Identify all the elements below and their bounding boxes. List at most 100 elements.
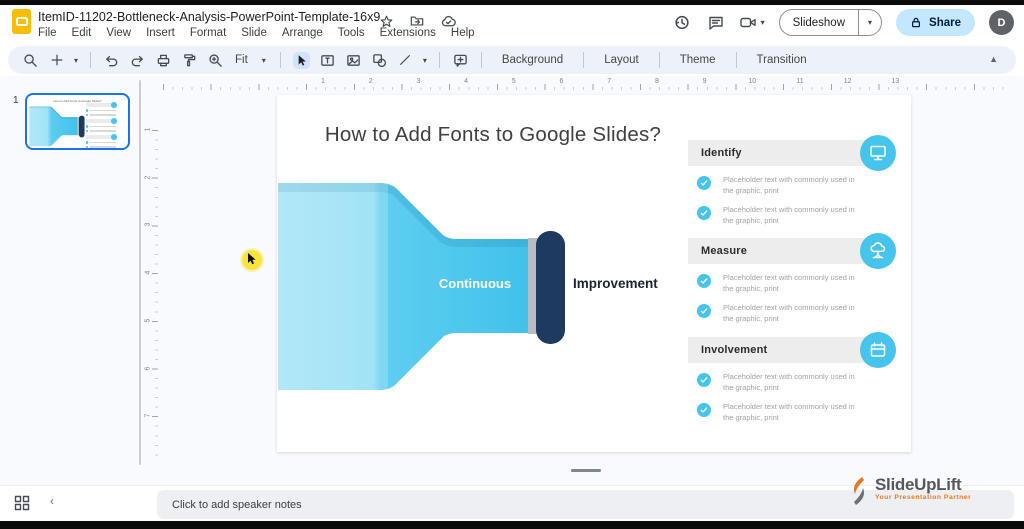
print-icon[interactable] bbox=[155, 52, 172, 69]
slideuplift-logo-icon bbox=[853, 477, 865, 505]
undo-button[interactable] bbox=[103, 52, 120, 69]
section-heading: Identify bbox=[701, 147, 742, 159]
bullet-item: Placeholder text with commonly used in th… bbox=[688, 371, 880, 393]
version-history-icon[interactable] bbox=[672, 13, 692, 33]
ruler-number: 7 bbox=[607, 78, 612, 85]
fit-label: Fit bbox=[235, 54, 248, 66]
section-header: Identify bbox=[688, 135, 896, 171]
bullet-item: Placeholder text with commonly used in th… bbox=[688, 174, 880, 196]
comments-icon[interactable] bbox=[706, 13, 726, 33]
search-menus-icon[interactable] bbox=[22, 52, 39, 69]
ruler-number: 1 bbox=[144, 127, 152, 132]
thumbnail-funnel-graphic bbox=[29, 106, 85, 147]
toolbar-divider bbox=[438, 52, 440, 68]
watermark-tagline: Your Presentation Partner bbox=[875, 494, 972, 501]
section-involvement[interactable]: Involvement Placeholder text with common… bbox=[688, 332, 896, 423]
slide-title[interactable]: How to Add Fonts to Google Slides? bbox=[293, 123, 693, 147]
redo-button[interactable] bbox=[129, 52, 146, 69]
ruler-number: 3 bbox=[144, 222, 152, 227]
section-header: Involvement bbox=[688, 332, 896, 368]
share-button[interactable]: Share bbox=[896, 9, 975, 36]
chevron-down-icon: ▾ bbox=[760, 18, 765, 27]
paint-format-icon[interactable] bbox=[181, 52, 198, 69]
check-icon bbox=[697, 373, 711, 387]
transition-button[interactable]: Transition bbox=[749, 54, 815, 66]
zoom-fit-select[interactable]: Fit ▾ bbox=[233, 54, 268, 66]
bullet-text: Placeholder text with commonly used in bbox=[723, 273, 855, 282]
bullet-text: Placeholder text with commonly used in bbox=[723, 205, 855, 214]
line-dropdown[interactable]: ▾ bbox=[423, 56, 427, 65]
bullet-text: Placeholder text with commonly used in bbox=[723, 175, 855, 184]
menu-insert[interactable]: Insert bbox=[146, 27, 175, 39]
menu-view[interactable]: View bbox=[106, 27, 131, 39]
bullet-item: Placeholder text with commonly used in th… bbox=[688, 302, 880, 324]
slideshow-button[interactable]: Slideshow bbox=[780, 17, 858, 29]
google-slides-logo[interactable] bbox=[12, 9, 31, 34]
camera-icon bbox=[739, 17, 756, 28]
background-button[interactable]: Background bbox=[494, 54, 571, 66]
letterbox-bottom bbox=[0, 521, 1024, 529]
menu-edit[interactable]: Edit bbox=[72, 27, 92, 39]
check-icon bbox=[697, 304, 711, 318]
slideshow-dropdown[interactable]: ▾ bbox=[858, 10, 881, 35]
check-icon bbox=[697, 206, 711, 220]
new-slide-button[interactable] bbox=[48, 52, 65, 69]
ruler-number: 2 bbox=[368, 78, 373, 85]
menu-file[interactable]: File bbox=[38, 27, 57, 39]
cloud-icon bbox=[860, 233, 896, 269]
meet-camera-button[interactable]: ▾ bbox=[739, 15, 765, 30]
slide-canvas[interactable]: How to Add Fonts to Google Slides? Conti… bbox=[277, 95, 911, 452]
layout-button[interactable]: Layout bbox=[596, 54, 647, 66]
theme-button[interactable]: Theme bbox=[672, 54, 724, 66]
toolbar-divider bbox=[583, 52, 585, 68]
menu-slide[interactable]: Slide bbox=[241, 27, 267, 39]
bullet-text: the graphic, print bbox=[723, 413, 779, 422]
collapse-filmstrip-icon[interactable]: ‹ bbox=[50, 494, 54, 508]
hide-menus-button[interactable]: ▲ bbox=[989, 54, 998, 64]
thumbnail-section bbox=[85, 118, 122, 132]
menu-tools[interactable]: Tools bbox=[338, 27, 365, 39]
bullet-text: the graphic, print bbox=[723, 186, 779, 195]
notes-resize-handle[interactable] bbox=[571, 469, 601, 472]
select-tool[interactable] bbox=[292, 51, 310, 69]
zoom-icon[interactable] bbox=[207, 52, 224, 69]
check-icon bbox=[697, 403, 711, 417]
menu-format[interactable]: Format bbox=[190, 27, 226, 39]
bottleneck-funnel-shape[interactable] bbox=[277, 181, 567, 394]
account-avatar[interactable]: D bbox=[989, 10, 1014, 35]
insert-shape-tool[interactable] bbox=[371, 52, 388, 69]
funnel-inner-label[interactable]: Continuous bbox=[427, 276, 523, 291]
insert-line-tool[interactable] bbox=[397, 52, 414, 69]
cursor-arrow-icon bbox=[248, 253, 256, 265]
menu-help[interactable]: Help bbox=[451, 27, 475, 39]
document-title[interactable]: ItemID-11202-Bottleneck-Analysis-PowerPo… bbox=[38, 10, 380, 24]
calendar-icon bbox=[860, 332, 896, 368]
horizontal-ruler: 1 2 3 4 5 6 7 8 9 10 11 12 13 bbox=[160, 78, 1012, 90]
bullet-text: the graphic, print bbox=[723, 216, 779, 225]
ruler-number: 1 bbox=[321, 78, 325, 85]
bullet-text: the graphic, print bbox=[723, 383, 779, 392]
slideshow-split-button: Slideshow ▾ bbox=[778, 9, 883, 36]
bullet-text: Placeholder text with commonly used in bbox=[723, 372, 855, 381]
menu-extensions[interactable]: Extensions bbox=[380, 27, 436, 39]
funnel-outer-label[interactable]: Improvement bbox=[573, 276, 683, 291]
section-identify[interactable]: Identify Placeholder text with commonly … bbox=[688, 135, 896, 226]
monitor-icon bbox=[860, 135, 896, 171]
new-slide-dropdown[interactable]: ▾ bbox=[74, 56, 78, 65]
bullet-text: Placeholder text with commonly used in bbox=[723, 303, 855, 312]
menu-bar: File Edit View Insert Format Slide Arran… bbox=[38, 27, 475, 39]
bullet-text: the graphic, print bbox=[723, 284, 779, 293]
toolbar-divider bbox=[90, 52, 92, 68]
ruler-number: 10 bbox=[748, 78, 757, 85]
toolbar-divider bbox=[658, 52, 660, 68]
filmstrip-scrollbar[interactable] bbox=[139, 80, 141, 465]
ruler-number: 8 bbox=[654, 78, 659, 85]
grid-view-icon[interactable] bbox=[14, 495, 30, 516]
insert-comment-tool[interactable] bbox=[452, 52, 469, 69]
section-measure[interactable]: Measure Placeholder text with commonly u… bbox=[688, 233, 896, 324]
menu-arrange[interactable]: Arrange bbox=[282, 27, 323, 39]
thumbnail-section bbox=[85, 134, 122, 148]
text-box-tool[interactable] bbox=[319, 52, 336, 69]
slide-thumbnail[interactable]: How to Add Fonts to Google Slides? bbox=[25, 93, 130, 150]
insert-image-tool[interactable] bbox=[345, 52, 362, 69]
